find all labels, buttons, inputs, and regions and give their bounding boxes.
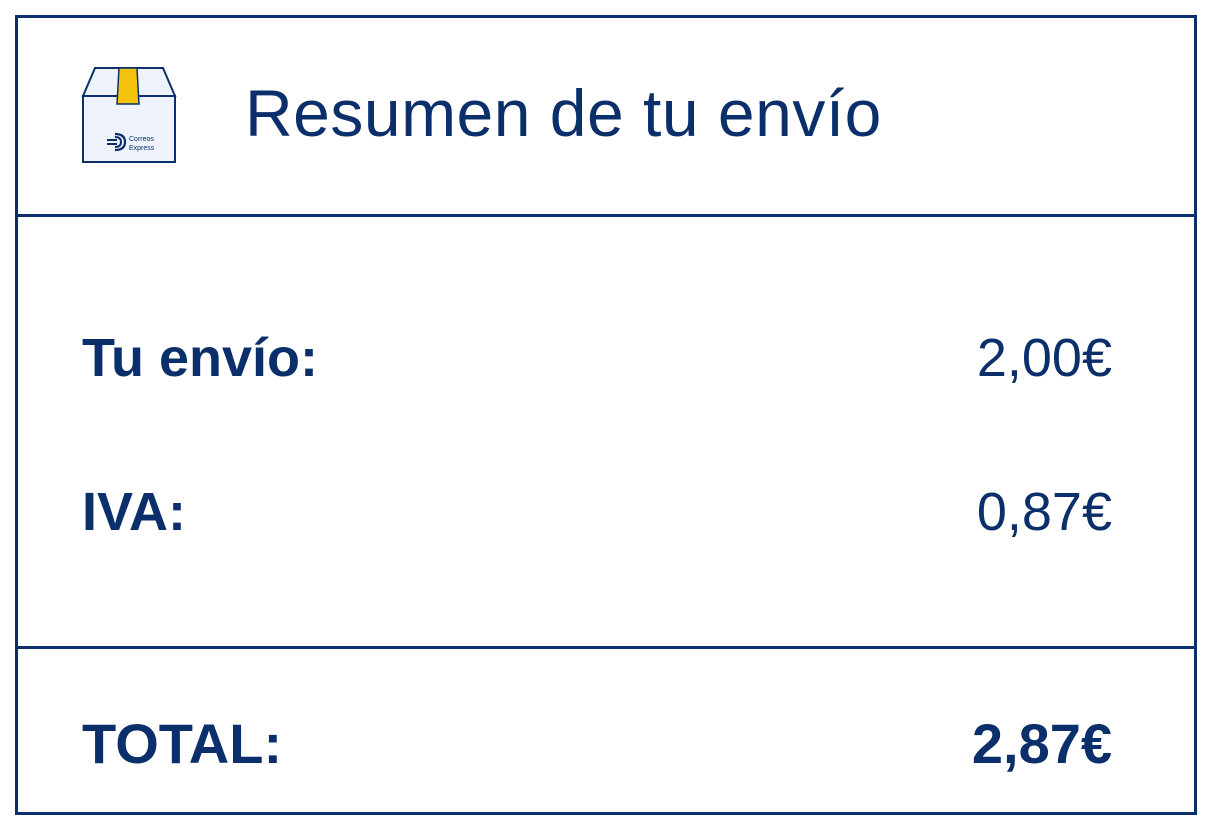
shipping-cost-row: Tu envío: 2,00€ (82, 323, 1112, 393)
vat-value: 0,87€ (976, 482, 1112, 542)
vat-label: IVA: (82, 482, 186, 542)
vat-row: IVA: 0,87€ (82, 477, 1112, 547)
total-value: 2,87€ (971, 711, 1112, 775)
total-divider (18, 646, 1194, 649)
page-title: Resumen de tu envío (245, 76, 882, 150)
logo-text-express: Express (129, 145, 155, 152)
logo-text-correos: Correos (129, 136, 154, 143)
summary-header: Correos Express Resumen de tu envío (18, 18, 1194, 217)
package-box-icon: Correos Express (81, 67, 177, 163)
total-label: TOTAL: (82, 711, 283, 775)
shipping-cost-value: 2,00€ (976, 328, 1112, 388)
total-row: TOTAL: 2,87€ (82, 708, 1112, 778)
shipping-cost-label: Tu envío: (82, 328, 318, 388)
shipping-summary-card: Correos Express Resumen de tu envío Tu e… (15, 15, 1197, 815)
